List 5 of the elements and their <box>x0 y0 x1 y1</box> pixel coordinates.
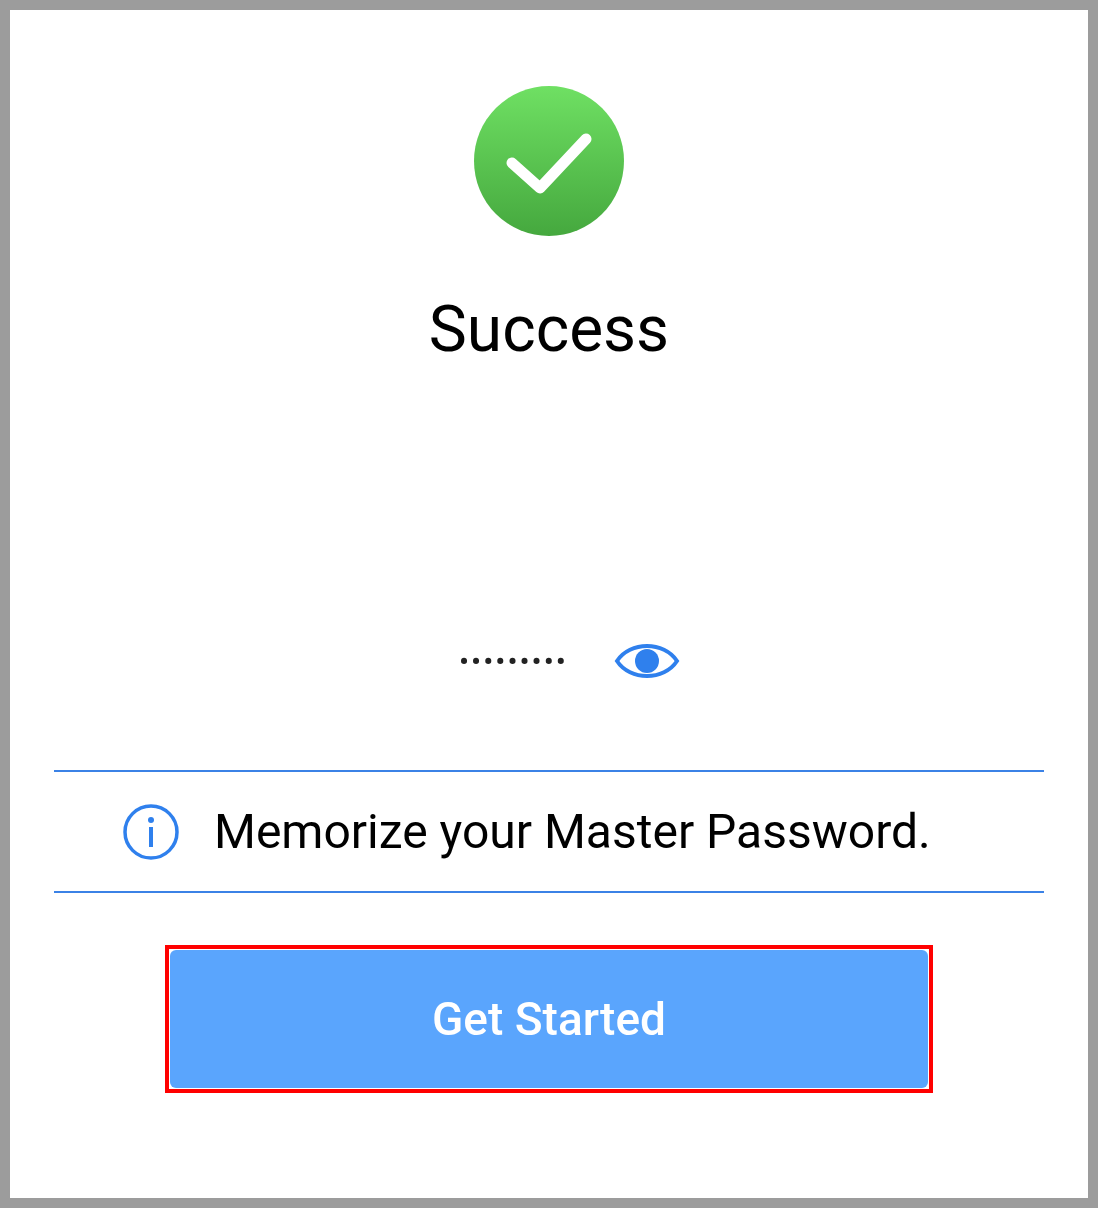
success-title: Success <box>428 291 670 369</box>
check-circle-icon <box>474 86 624 236</box>
info-icon <box>122 802 180 861</box>
password-field[interactable]: ••••••••• <box>418 638 568 684</box>
notice-text: Memorize your Master Password. <box>214 801 931 862</box>
